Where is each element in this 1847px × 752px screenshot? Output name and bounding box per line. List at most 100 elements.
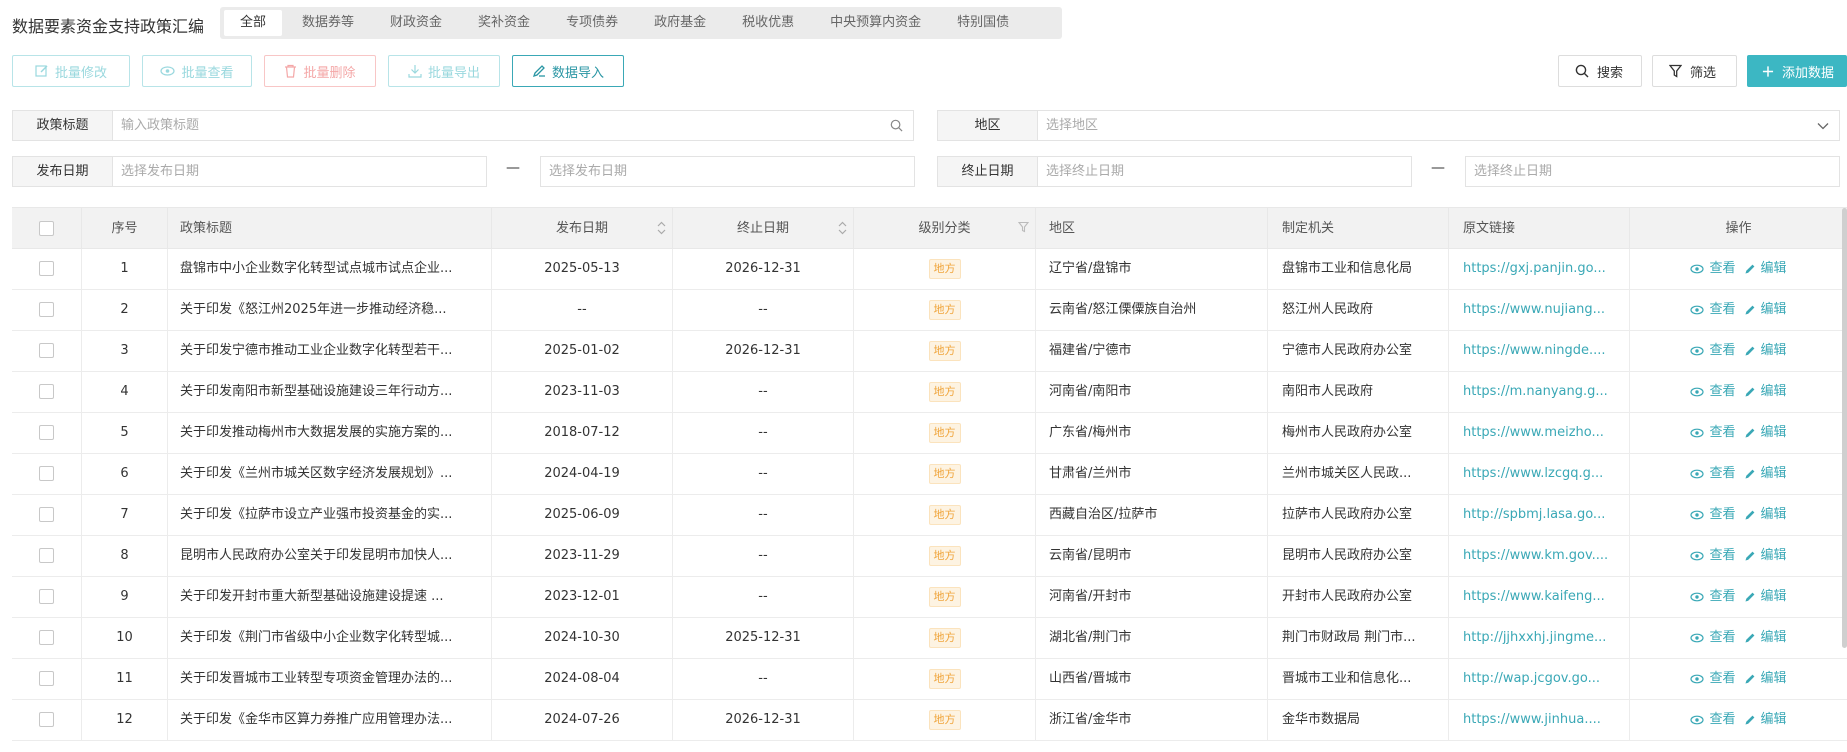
- tab-all[interactable]: 全部: [224, 10, 283, 36]
- search-button[interactable]: 搜索: [1558, 55, 1642, 87]
- end-date-end-field: 选择终止日期: [1465, 156, 1840, 187]
- view-button[interactable]: 查看: [1690, 577, 1736, 617]
- view-button[interactable]: 查看: [1690, 495, 1736, 535]
- tab-special-treasury[interactable]: 特别国债: [941, 10, 1025, 36]
- publish-date-start-input[interactable]: 选择发布日期: [112, 156, 487, 187]
- view-button[interactable]: 查看: [1690, 618, 1736, 658]
- edit-button[interactable]: 编辑: [1744, 413, 1787, 453]
- end-date-start-input[interactable]: 选择终止日期: [1037, 156, 1412, 187]
- view-button[interactable]: 查看: [1690, 372, 1736, 412]
- source-link[interactable]: https://www.nujiang...: [1449, 290, 1630, 330]
- view-button[interactable]: 查看: [1690, 536, 1736, 576]
- row-checkbox[interactable]: [39, 343, 54, 358]
- source-link[interactable]: https://www.km.gov....: [1449, 536, 1630, 576]
- view-button[interactable]: 查看: [1690, 700, 1736, 740]
- table-row[interactable]: 6 关于印发《兰州市城关区数字经济发展规划》... 2024-04-19 -- 地方 甘肃…: [12, 454, 1847, 495]
- source-link[interactable]: http://jjhxxhj.jingme...: [1449, 618, 1630, 658]
- edit-button[interactable]: 编辑: [1744, 372, 1787, 412]
- edit-button[interactable]: 编辑: [1744, 618, 1787, 658]
- end-date-end-placeholder: 选择终止日期: [1474, 164, 1553, 179]
- row-actions: 查看 编辑: [1630, 372, 1847, 412]
- batch-view-button[interactable]: 批量查看: [142, 55, 252, 87]
- batch-edit-button[interactable]: 批量修改: [12, 55, 130, 87]
- data-import-button[interactable]: 数据导入: [512, 55, 624, 87]
- row-checkbox[interactable]: [39, 712, 54, 727]
- edit-button[interactable]: 编辑: [1744, 454, 1787, 494]
- table-row[interactable]: 12 关于印发《金华市区算力券推广应用管理办法... 2024-07-26 2026-…: [12, 700, 1847, 741]
- row-checkbox[interactable]: [39, 384, 54, 399]
- source-link[interactable]: http://spbmj.lasa.go...: [1449, 495, 1630, 535]
- tab-subsidies[interactable]: 奖补资金: [462, 10, 546, 36]
- row-checkbox[interactable]: [39, 466, 54, 481]
- funnel-icon[interactable]: [1018, 221, 1029, 233]
- tab-fiscal-funds[interactable]: 财政资金: [374, 10, 458, 36]
- column-header-level[interactable]: 级别分类: [854, 208, 1036, 249]
- row-actions: 查看 编辑: [1630, 577, 1847, 617]
- batch-delete-button[interactable]: 批量删除: [264, 55, 376, 87]
- tab-government-funds[interactable]: 政府基金: [638, 10, 722, 36]
- sort-icon[interactable]: [657, 221, 666, 235]
- row-checkbox[interactable]: [39, 261, 54, 276]
- edit-button[interactable]: 编辑: [1744, 577, 1787, 617]
- source-link[interactable]: https://www.ningde....: [1449, 331, 1630, 371]
- edit-button[interactable]: 编辑: [1744, 249, 1787, 289]
- source-link[interactable]: https://www.lzcgq.g...: [1449, 454, 1630, 494]
- table-row[interactable]: 4 关于印发南阳市新型基础设施建设三年行动方... 2023-11-03 -- 地方 河南…: [12, 372, 1847, 413]
- edit-button[interactable]: 编辑: [1744, 331, 1787, 371]
- source-link[interactable]: https://www.meizho...: [1449, 413, 1630, 453]
- vertical-scrollbar[interactable]: [1842, 208, 1847, 648]
- source-link[interactable]: https://www.kaifeng...: [1449, 577, 1630, 617]
- edit-label: 编辑: [1760, 548, 1787, 563]
- tab-tax-incentives[interactable]: 税收优惠: [726, 10, 810, 36]
- row-number: 9: [82, 577, 168, 617]
- table-row[interactable]: 3 关于印发宁德市推动工业企业数字化转型若干... 2025-01-02 2026-1…: [12, 331, 1847, 372]
- policy-title-input[interactable]: 输入政策标题: [112, 110, 914, 141]
- search-icon[interactable]: [890, 119, 903, 132]
- row-number: 6: [82, 454, 168, 494]
- end-date-end-input[interactable]: 选择终止日期: [1465, 156, 1840, 187]
- edit-button[interactable]: 编辑: [1744, 659, 1787, 699]
- row-checkbox[interactable]: [39, 507, 54, 522]
- column-header-publish-date[interactable]: 发布日期: [492, 208, 673, 249]
- row-checkbox[interactable]: [39, 302, 54, 317]
- column-header-end-date[interactable]: 终止日期: [673, 208, 854, 249]
- source-link[interactable]: https://gxj.panjin.go...: [1449, 249, 1630, 289]
- row-checkbox[interactable]: [39, 589, 54, 604]
- row-checkbox[interactable]: [39, 630, 54, 645]
- sort-icon[interactable]: [838, 221, 847, 235]
- table-row[interactable]: 2 关于印发《怒江州2025年进一步推动经济稳... -- -- 地方 云南省/怒江傈僳族…: [12, 290, 1847, 331]
- edit-button[interactable]: 编辑: [1744, 536, 1787, 576]
- filter-button[interactable]: 筛选: [1652, 55, 1737, 87]
- table-row[interactable]: 11 关于印发晋城市工业转型专项资金管理办法的... 2024-08-04 -- 地方 山…: [12, 659, 1847, 700]
- table-row[interactable]: 10 关于印发《荆门市省级中小企业数字化转型城... 2024-10-30 2025-…: [12, 618, 1847, 659]
- edit-button[interactable]: 编辑: [1744, 495, 1787, 535]
- view-button[interactable]: 查看: [1690, 454, 1736, 494]
- view-button[interactable]: 查看: [1690, 331, 1736, 371]
- source-link[interactable]: https://m.nanyang.g...: [1449, 372, 1630, 412]
- view-button[interactable]: 查看: [1690, 413, 1736, 453]
- table-row[interactable]: 9 关于印发开封市重大新型基础设施建设提速 ... 2023-12-01 -- 地方 河南…: [12, 577, 1847, 618]
- view-button[interactable]: 查看: [1690, 249, 1736, 289]
- region-select[interactable]: 选择地区: [1037, 110, 1840, 141]
- table-row[interactable]: 7 关于印发《拉萨市设立产业强市投资基金的实... 2025-06-09 -- 地方 西藏…: [12, 495, 1847, 536]
- source-link[interactable]: http://wap.jcgov.go...: [1449, 659, 1630, 699]
- row-checkbox[interactable]: [39, 425, 54, 440]
- edit-button[interactable]: 编辑: [1744, 290, 1787, 330]
- row-checkbox[interactable]: [39, 671, 54, 686]
- publish-date-end-input[interactable]: 选择发布日期: [540, 156, 915, 187]
- tab-data-vouchers[interactable]: 数据券等: [286, 10, 370, 36]
- add-data-button[interactable]: 添加数据: [1747, 55, 1847, 87]
- policy-title: 关于印发宁德市推动工业企业数字化转型若干...: [168, 331, 492, 371]
- source-link[interactable]: https://www.jinhua....: [1449, 700, 1630, 740]
- row-checkbox[interactable]: [39, 548, 54, 563]
- edit-button[interactable]: 编辑: [1744, 700, 1787, 740]
- table-row[interactable]: 1 盘锦市中小企业数字化转型试点城市试点企业... 2025-05-13 2026-1…: [12, 249, 1847, 290]
- select-all-checkbox[interactable]: [39, 221, 54, 236]
- tab-central-budget[interactable]: 中央预算内资金: [814, 10, 937, 36]
- view-button[interactable]: 查看: [1690, 659, 1736, 699]
- tab-special-bonds[interactable]: 专项债券: [550, 10, 634, 36]
- table-row[interactable]: 5 关于印发推动梅州市大数据发展的实施方案的... 2018-07-12 -- 地方 广东…: [12, 413, 1847, 454]
- batch-export-button[interactable]: 批量导出: [388, 55, 500, 87]
- table-row[interactable]: 8 昆明市人民政府办公室关于印发昆明市加快人... 2023-11-29 -- 地方 云南…: [12, 536, 1847, 577]
- view-button[interactable]: 查看: [1690, 290, 1736, 330]
